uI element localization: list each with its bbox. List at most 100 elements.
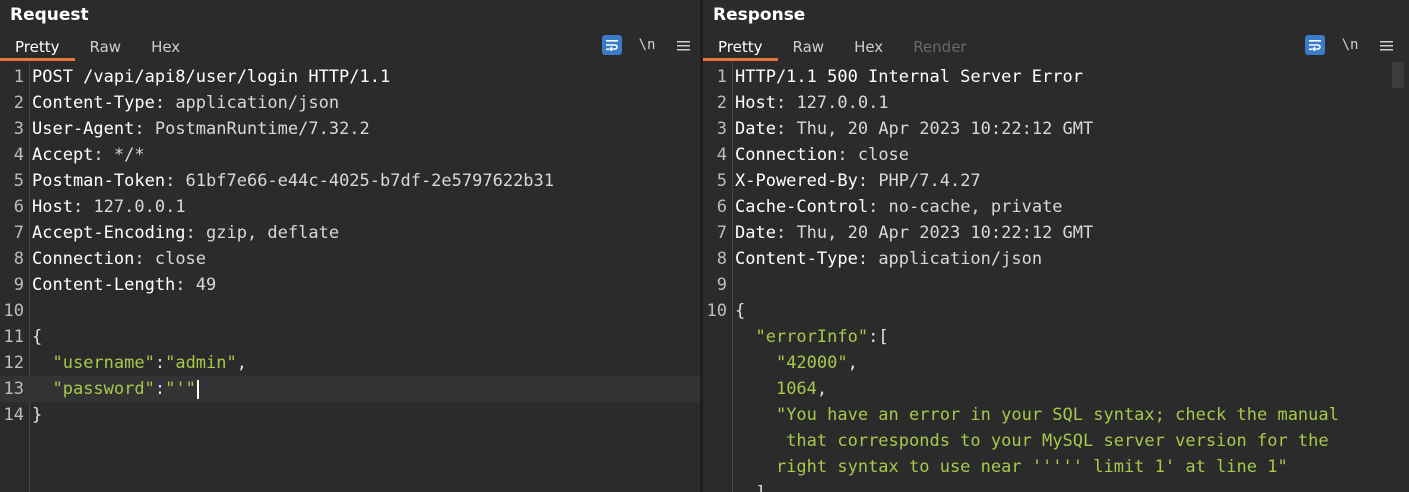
json-punctuation: { — [735, 301, 746, 321]
response-body-line: 1064, — [703, 376, 1409, 402]
header-name: Content-Type — [735, 249, 858, 269]
line-content: Content-Length: 49 — [32, 272, 216, 298]
request-tabs: Pretty Raw Hex — [0, 34, 195, 61]
request-line: 6 Host: 127.0.0.1 — [0, 194, 700, 220]
line-content: { — [32, 324, 42, 350]
line-content: "42000", — [735, 350, 858, 376]
request-line: 8 Connection: close — [0, 246, 700, 272]
line-content: X-Powered-By: PHP/7.4.27 — [735, 168, 981, 194]
response-tab-render[interactable]: Render — [898, 34, 981, 61]
line-content: Date: Thu, 20 Apr 2023 10:22:12 GMT — [735, 220, 1093, 246]
line-number: 4 — [716, 145, 727, 165]
line-content: that corresponds to your MySQL server ve… — [735, 428, 1328, 454]
line-content: { — [735, 298, 745, 324]
request-line: 10 — [0, 298, 700, 324]
response-body-line: "You have an error in your SQL syntax; c… — [703, 402, 1409, 428]
menu-icon[interactable] — [672, 35, 694, 55]
response-title: Response — [713, 5, 806, 25]
line-content: 1064, — [735, 376, 827, 402]
response-line: 5 X-Powered-By: PHP/7.4.27 — [703, 168, 1409, 194]
menu-icon[interactable] — [1375, 35, 1397, 55]
response-body-line: "42000", — [703, 350, 1409, 376]
request-line: 11 { — [0, 324, 700, 350]
response-tabs: Pretty Raw Hex Render — [703, 34, 982, 61]
line-number: 4 — [13, 145, 24, 165]
header-name: Host — [32, 197, 73, 217]
response-line: 3 Date: Thu, 20 Apr 2023 10:22:12 GMT — [703, 116, 1409, 142]
response-line: 9 — [703, 272, 1409, 298]
line-content: Host: 127.0.0.1 — [32, 194, 186, 220]
request-editor[interactable]: 1 POST /vapi/api8/user/login HTTP/1.1 2 Con… — [0, 62, 700, 492]
header-value: no-cache, private — [888, 197, 1063, 217]
response-line: 6 Cache-Control: no-cache, private — [703, 194, 1409, 220]
request-line: 12 "username":"admin", — [0, 350, 700, 376]
header-value: PHP/7.4.27 — [878, 171, 981, 191]
header-separator: : — [837, 145, 858, 165]
header-value: close — [154, 249, 207, 269]
line-number: 6 — [716, 197, 727, 217]
header-name: Host — [735, 93, 776, 113]
header-name: Content-Type — [32, 93, 155, 113]
header-value: 127.0.0.1 — [93, 197, 186, 217]
request-line: 4 Accept: */* — [0, 142, 700, 168]
response-line: 8 Content-Type: application/json — [703, 246, 1409, 272]
line-content: HTTP/1.1 500 Internal Server Error — [735, 64, 1083, 90]
response-editor[interactable]: 1 HTTP/1.1 500 Internal Server Error 2 Host… — [703, 62, 1409, 492]
header-value: 127.0.0.1 — [796, 93, 889, 113]
header-name: Connection — [32, 249, 135, 269]
header-separator: : — [134, 119, 155, 139]
header-separator: : — [72, 197, 94, 217]
word-wrap-icon[interactable] — [602, 35, 622, 55]
response-tab-raw[interactable]: Raw — [778, 34, 840, 61]
json-separator: : — [154, 353, 166, 373]
line-number: 6 — [13, 197, 24, 217]
json-value: "admin" — [165, 353, 237, 373]
header-separator: : — [154, 93, 176, 113]
request-tab-hex[interactable]: Hex — [136, 34, 195, 61]
line-content: Connection: close — [735, 142, 909, 168]
request-tab-pretty[interactable]: Pretty — [0, 34, 75, 61]
header-name: Date — [735, 119, 776, 139]
request-tab-raw[interactable]: Raw — [75, 34, 137, 61]
header-separator: : — [775, 223, 797, 243]
response-line: 10 { — [703, 298, 1409, 324]
line-content: ], — [735, 480, 775, 492]
show-newlines-button[interactable]: \n — [636, 35, 658, 55]
json-separator: : — [154, 379, 166, 399]
request-lines: 1 POST /vapi/api8/user/login HTTP/1.1 2 Con… — [0, 64, 700, 428]
request-line: 13 "password":"'" — [0, 376, 700, 402]
response-tab-pretty[interactable]: Pretty — [703, 34, 778, 61]
header-name: Accept — [32, 145, 94, 165]
request-line: 1 POST /vapi/api8/user/login HTTP/1.1 — [0, 64, 700, 90]
header-name: Postman-Token — [32, 171, 166, 191]
response-body-line: right syntax to use near ''''' limit 1' … — [703, 454, 1409, 480]
json-string: "You have an error in your SQL syntax; c… — [775, 405, 1339, 425]
json-string: right syntax to use near ''''' limit 1' … — [775, 457, 1288, 477]
response-tab-hex[interactable]: Hex — [839, 34, 898, 61]
word-wrap-icon[interactable] — [1305, 35, 1325, 55]
response-scrollbar-thumb[interactable] — [1392, 62, 1404, 88]
line-number: 12 — [3, 353, 24, 373]
header-separator: : — [857, 249, 879, 269]
show-newlines-button[interactable]: \n — [1339, 35, 1361, 55]
line-content: User-Agent: PostmanRuntime/7.32.2 — [32, 116, 370, 142]
header-value: application/json — [175, 93, 340, 113]
header-name: Date — [735, 223, 776, 243]
line-content: Accept: */* — [32, 142, 145, 168]
header-separator: : — [857, 171, 879, 191]
header-value: Thu, 20 Apr 2023 10:22:12 GMT — [796, 119, 1094, 139]
request-line: 7 Accept-Encoding: gzip, deflate — [0, 220, 700, 246]
json-separator: : — [868, 327, 879, 347]
header-name: Content-Length — [32, 275, 176, 295]
line-content: Connection: close — [32, 246, 206, 272]
header-value: 49 — [195, 275, 217, 295]
json-key: "username" — [52, 353, 155, 373]
header-value: PostmanRuntime/7.32.2 — [154, 119, 370, 139]
header-separator: : — [775, 93, 797, 113]
response-scrollbar[interactable] — [1392, 62, 1409, 492]
